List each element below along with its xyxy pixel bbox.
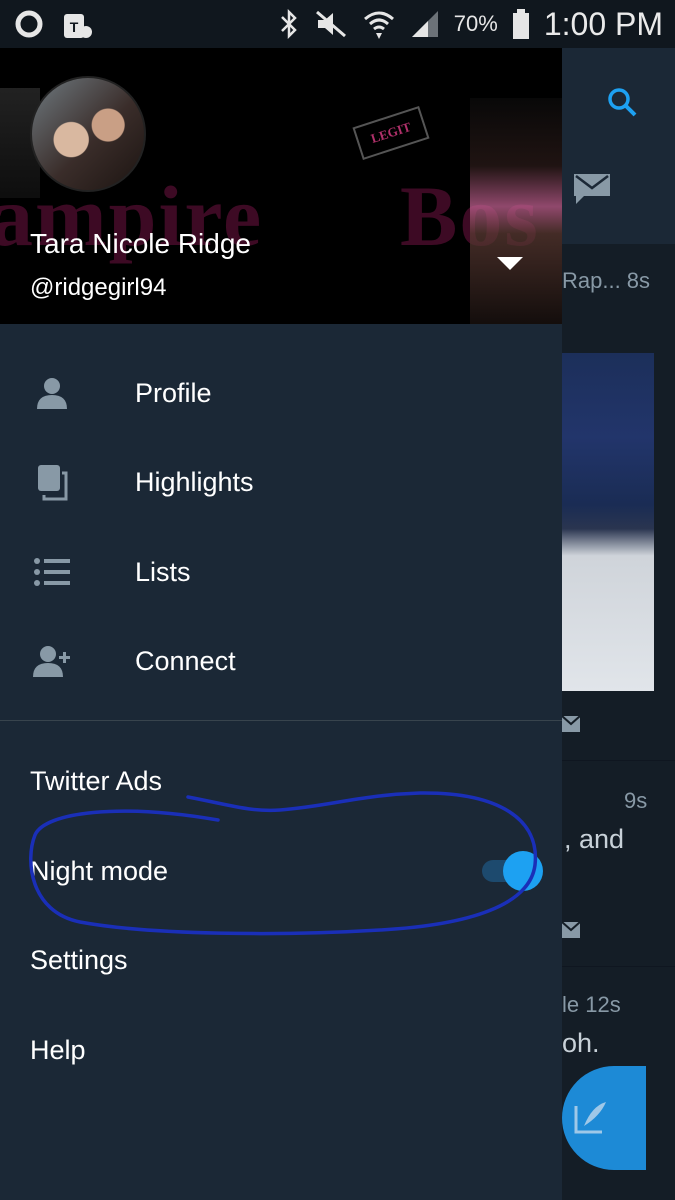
night-mode-label[interactable]: Night mode [30, 856, 168, 887]
wifi-icon [363, 11, 394, 39]
compose-button[interactable] [562, 1066, 646, 1170]
settings-link[interactable]: Settings [30, 945, 128, 976]
menu-item-label: Connect [135, 645, 236, 676]
timeline-background: Rap... 8s 9s , and le 12s oh. [562, 48, 675, 1200]
header-stamp: LEGIT [352, 106, 430, 160]
user-handle: @ridgegirl94 [30, 274, 167, 301]
battery-percent: 70% [453, 11, 498, 36]
dm-icon[interactable] [562, 922, 580, 938]
tweet-meta: Rap... 8s [562, 268, 651, 293]
menu-item-label: Highlights [135, 466, 254, 497]
sync-icon [15, 10, 43, 38]
timeline-divider [562, 760, 675, 761]
bluetooth-icon [280, 9, 297, 39]
svg-text:T: T [70, 19, 79, 35]
tweet-text: , and [564, 824, 625, 854]
navigation-drawer: ampire Bos LEGIT Tara Nicole Ridge @ridg… [0, 48, 562, 1200]
menu-item-profile[interactable]: Profile [0, 349, 562, 437]
messages-icon[interactable] [572, 172, 612, 206]
menu-item-connect[interactable]: Connect [0, 617, 562, 705]
drawer-header[interactable]: ampire Bos LEGIT Tara Nicole Ridge @ridg… [0, 48, 562, 324]
drawer-divider [0, 720, 562, 721]
header-image-figure [470, 98, 562, 324]
mute-icon [315, 10, 346, 38]
clock: 1:00 PM [543, 5, 663, 42]
dm-icon[interactable] [562, 716, 580, 732]
menu-item-label: Profile [135, 377, 212, 408]
help-link[interactable]: Help [30, 1035, 86, 1066]
avatar[interactable] [30, 76, 146, 192]
menu-item-label: Lists [135, 556, 191, 587]
tweet-meta: le 12s [562, 992, 621, 1017]
highlights-icon [32, 462, 72, 502]
twitter-ads-link[interactable]: Twitter Ads [30, 766, 162, 797]
menu-item-lists[interactable]: Lists [0, 528, 562, 616]
tweet-time: 9s [624, 788, 648, 813]
connect-icon [32, 641, 72, 681]
profile-icon [32, 373, 72, 413]
night-mode-toggle[interactable] [482, 851, 543, 891]
menu-item-highlights[interactable]: Highlights [0, 438, 562, 526]
search-icon[interactable] [606, 86, 638, 118]
toggle-thumb [503, 851, 543, 891]
compose-icon [574, 1102, 606, 1134]
battery-icon [512, 9, 529, 39]
timeline-top-bar [562, 48, 675, 244]
status-bar: T 70% 1:00 PM [0, 0, 675, 48]
signal-icon [411, 11, 438, 37]
tmobile-icon: T [64, 14, 92, 38]
tweet-media[interactable] [562, 353, 654, 691]
lists-icon [32, 552, 72, 592]
account-switch-chevron-icon[interactable] [497, 257, 523, 270]
tweet-text: oh. [562, 1028, 600, 1058]
timeline-divider [562, 966, 675, 967]
user-name: Tara Nicole Ridge [30, 228, 251, 259]
